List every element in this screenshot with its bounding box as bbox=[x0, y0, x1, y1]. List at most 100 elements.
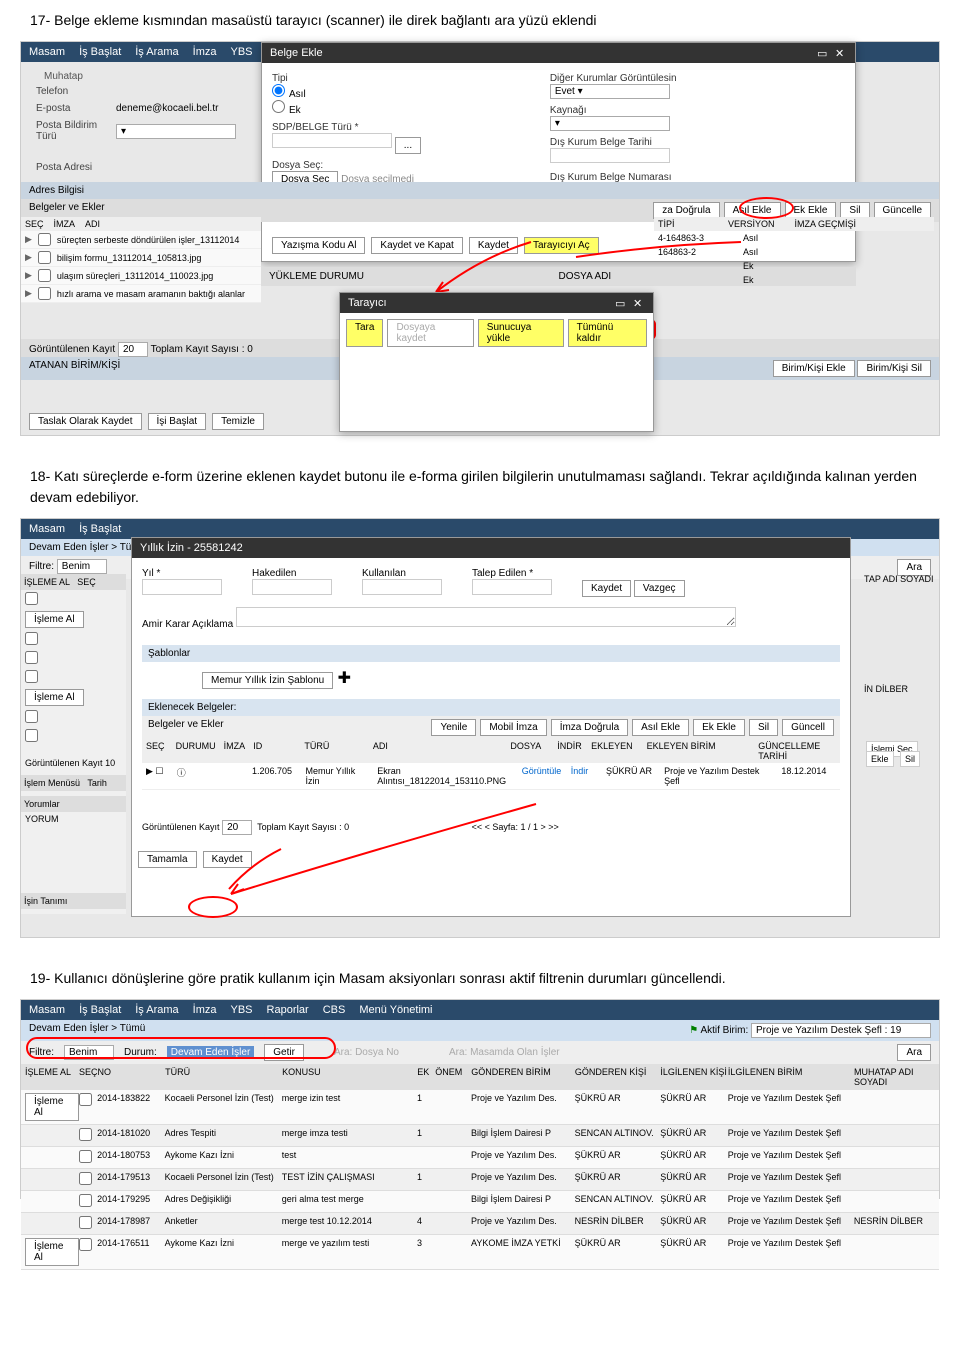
isleme-al-row-btn[interactable]: İşleme Al bbox=[25, 1093, 79, 1121]
table-row[interactable]: ▶ulaşım süreçleri_13112014_110023.jpg bbox=[21, 267, 261, 285]
menu-imza-3[interactable]: İmza bbox=[193, 1004, 217, 1016]
isleme-al-btn[interactable]: İşleme Al bbox=[25, 689, 84, 706]
info-icon[interactable]: ⓘ bbox=[177, 766, 213, 786]
row-checkbox[interactable] bbox=[79, 1216, 92, 1229]
amir-textarea[interactable] bbox=[236, 607, 736, 627]
ekle-btn[interactable]: Ekle bbox=[866, 751, 894, 767]
menu-cbs-3[interactable]: CBS bbox=[323, 1004, 346, 1016]
tara-btn[interactable]: Tara bbox=[346, 319, 383, 347]
kayit-dropdown-2[interactable]: 20 bbox=[222, 820, 252, 835]
yillik-kaydet-btn[interactable]: Kaydet bbox=[582, 580, 631, 597]
table-row[interactable]: ▶hızlı arama ve masam aramanın baktığı a… bbox=[21, 285, 261, 303]
close-icon[interactable]: ✕ bbox=[835, 47, 847, 59]
row-checkbox[interactable] bbox=[38, 287, 51, 300]
ara-dosya-placeholder[interactable]: Ara: Dosya No bbox=[334, 1047, 399, 1058]
table-row[interactable]: ▶ ☐ ⓘ 1.206.705 Memur Yıllık İzin Ekran … bbox=[142, 763, 840, 790]
menu-raporlar-3[interactable]: Raporlar bbox=[267, 1004, 309, 1016]
row-checkbox[interactable] bbox=[79, 1238, 92, 1251]
row-checkbox[interactable] bbox=[25, 651, 38, 664]
dis-tarih-input[interactable] bbox=[550, 148, 670, 163]
table-row[interactable]: 2014-181020Adres Tespitimerge imza testi… bbox=[21, 1125, 939, 1147]
menu-isarama-3[interactable]: İş Arama bbox=[135, 1004, 178, 1016]
table-row[interactable]: 2014-180753Aykome Kazı İznitestProje ve … bbox=[21, 1147, 939, 1169]
goruntule-link[interactable]: Görüntüle bbox=[522, 766, 563, 786]
yenile-btn[interactable]: Yenile bbox=[431, 719, 476, 736]
isleme-al-btn[interactable]: İşleme Al bbox=[25, 611, 84, 628]
tamamla-btn[interactable]: Tamamla bbox=[138, 851, 197, 868]
taslak-kaydet-btn[interactable]: Taslak Olarak Kaydet bbox=[29, 413, 142, 430]
birim-kisi-ekle-btn[interactable]: Birim/Kişi Ekle bbox=[773, 360, 855, 377]
isleme-al-row-btn[interactable]: İşleme Al bbox=[25, 1238, 79, 1266]
ara-masam-placeholder[interactable]: Ara: Masamda Olan İşler bbox=[449, 1047, 560, 1058]
aktif-birim-dropdown[interactable]: Proje ve Yazılım Destek Şefl : 19 bbox=[751, 1023, 931, 1038]
sec-all-checkbox[interactable] bbox=[25, 592, 38, 605]
yazisma-kodu-al-btn[interactable]: Yazışma Kodu Al bbox=[272, 237, 365, 254]
sil-btn-3[interactable]: Sil bbox=[900, 751, 920, 767]
diger-kurum-dropdown[interactable]: Evet ▾ bbox=[550, 84, 670, 99]
sil-btn-2[interactable]: Sil bbox=[749, 719, 778, 736]
birim-kisi-sil-btn[interactable]: Birim/Kişi Sil bbox=[857, 360, 931, 377]
row-checkbox[interactable] bbox=[38, 251, 51, 264]
minimize-icon[interactable]: ▭ bbox=[817, 47, 829, 59]
filtre-dropdown-3[interactable]: Benim bbox=[64, 1045, 114, 1060]
add-icon[interactable]: ✚ bbox=[338, 670, 351, 687]
kullanilan-input[interactable] bbox=[362, 579, 442, 595]
asil-radio[interactable]: Asıl bbox=[272, 89, 306, 100]
row-checkbox[interactable] bbox=[38, 269, 51, 282]
imza-dogrula-btn[interactable]: İmza Doğrula bbox=[551, 719, 628, 736]
menu-isbaslat[interactable]: İş Başlat bbox=[79, 46, 121, 58]
table-row[interactable]: 2014-179513Kocaeli Personel İzin (Test)T… bbox=[21, 1169, 939, 1191]
row-checkbox[interactable] bbox=[25, 632, 38, 645]
row-checkbox[interactable] bbox=[25, 710, 38, 723]
sdp-input[interactable] bbox=[272, 133, 392, 148]
row-checkbox[interactable] bbox=[79, 1172, 92, 1185]
row-checkbox[interactable] bbox=[79, 1093, 92, 1106]
dosyaya-kaydet-btn[interactable]: Dosyaya kaydet bbox=[387, 319, 473, 347]
row-checkbox[interactable] bbox=[25, 670, 38, 683]
pager[interactable]: << < Sayfa: 1 / 1 > >> bbox=[472, 822, 559, 832]
sunucuya-yukle-btn[interactable]: Sunucuya yükle bbox=[478, 319, 564, 347]
menu-isbaslat-2[interactable]: İş Başlat bbox=[79, 523, 121, 535]
table-row[interactable]: ▶süreçten serbeste döndürülen işler_1311… bbox=[21, 231, 261, 249]
hakedilen-input[interactable] bbox=[252, 579, 332, 595]
talep-input[interactable] bbox=[472, 579, 552, 595]
kaynagi-dropdown[interactable]: ▾ bbox=[550, 116, 670, 131]
table-row[interactable]: İşleme Al2014-183822Kocaeli Personel İzi… bbox=[21, 1090, 939, 1125]
ek-ekle-btn-2[interactable]: Ek Ekle bbox=[693, 719, 745, 736]
table-row[interactable]: İşleme Al2014-176511Aykome Kazı İznimerg… bbox=[21, 1235, 939, 1270]
table-row[interactable]: ▶bilişim formu_13112014_105813.jpg bbox=[21, 249, 261, 267]
table-row[interactable]: 2014-178987Anketlermerge test 10.12.2014… bbox=[21, 1213, 939, 1235]
ek-radio[interactable]: Ek bbox=[272, 105, 301, 116]
isi-baslat-btn[interactable]: İşi Başlat bbox=[148, 413, 207, 430]
temizle-btn[interactable]: Temizle bbox=[212, 413, 264, 430]
filtre-dropdown[interactable]: Benim bbox=[57, 559, 107, 574]
posta-bildirim-dropdown[interactable]: ▾ bbox=[116, 124, 236, 139]
menu-masam-2[interactable]: Masam bbox=[29, 523, 65, 535]
getir-btn[interactable]: Getir bbox=[264, 1044, 304, 1061]
tumunu-kaldir-btn[interactable]: Tümünü kaldır bbox=[568, 319, 647, 347]
kaydet-btn[interactable]: Kaydet bbox=[469, 237, 518, 254]
menu-yonetimi[interactable]: Menü Yönetimi bbox=[359, 1004, 432, 1016]
tarayici-ac-btn[interactable]: Tarayıcıyı Aç bbox=[524, 237, 599, 254]
tarayici-close-icon[interactable]: ✕ bbox=[633, 297, 645, 309]
tarayici-minimize-icon[interactable]: ▭ bbox=[615, 297, 627, 309]
sablon-btn[interactable]: Memur Yıllık İzin Şablonu bbox=[202, 672, 333, 689]
menu-masam[interactable]: Masam bbox=[29, 46, 65, 58]
indir-link[interactable]: İndir bbox=[571, 766, 598, 786]
ara-btn-3[interactable]: Ara bbox=[897, 1044, 931, 1061]
kaydet-btn-2[interactable]: Kaydet bbox=[203, 851, 252, 868]
menu-isbaslat-3[interactable]: İş Başlat bbox=[79, 1004, 121, 1016]
row-checkbox[interactable] bbox=[38, 233, 51, 246]
mobil-imza-btn[interactable]: Mobil İmza bbox=[480, 719, 546, 736]
menu-masam-3[interactable]: Masam bbox=[29, 1004, 65, 1016]
kaydet-kapat-btn[interactable]: Kaydet ve Kapat bbox=[371, 237, 462, 254]
row-checkbox[interactable] bbox=[79, 1150, 92, 1163]
yil-input[interactable] bbox=[142, 579, 222, 595]
menu-imza[interactable]: İmza bbox=[193, 46, 217, 58]
sdp-browse[interactable]: ... bbox=[395, 137, 421, 154]
kayit-dropdown[interactable]: 20 bbox=[118, 342, 148, 357]
menu-isarama[interactable]: İş Arama bbox=[135, 46, 178, 58]
durum-value[interactable]: Devam Eden İşler bbox=[167, 1046, 254, 1059]
row-checkbox[interactable] bbox=[25, 729, 38, 742]
table-row[interactable]: 2014-179295Adres Değişikliğigeri alma te… bbox=[21, 1191, 939, 1213]
